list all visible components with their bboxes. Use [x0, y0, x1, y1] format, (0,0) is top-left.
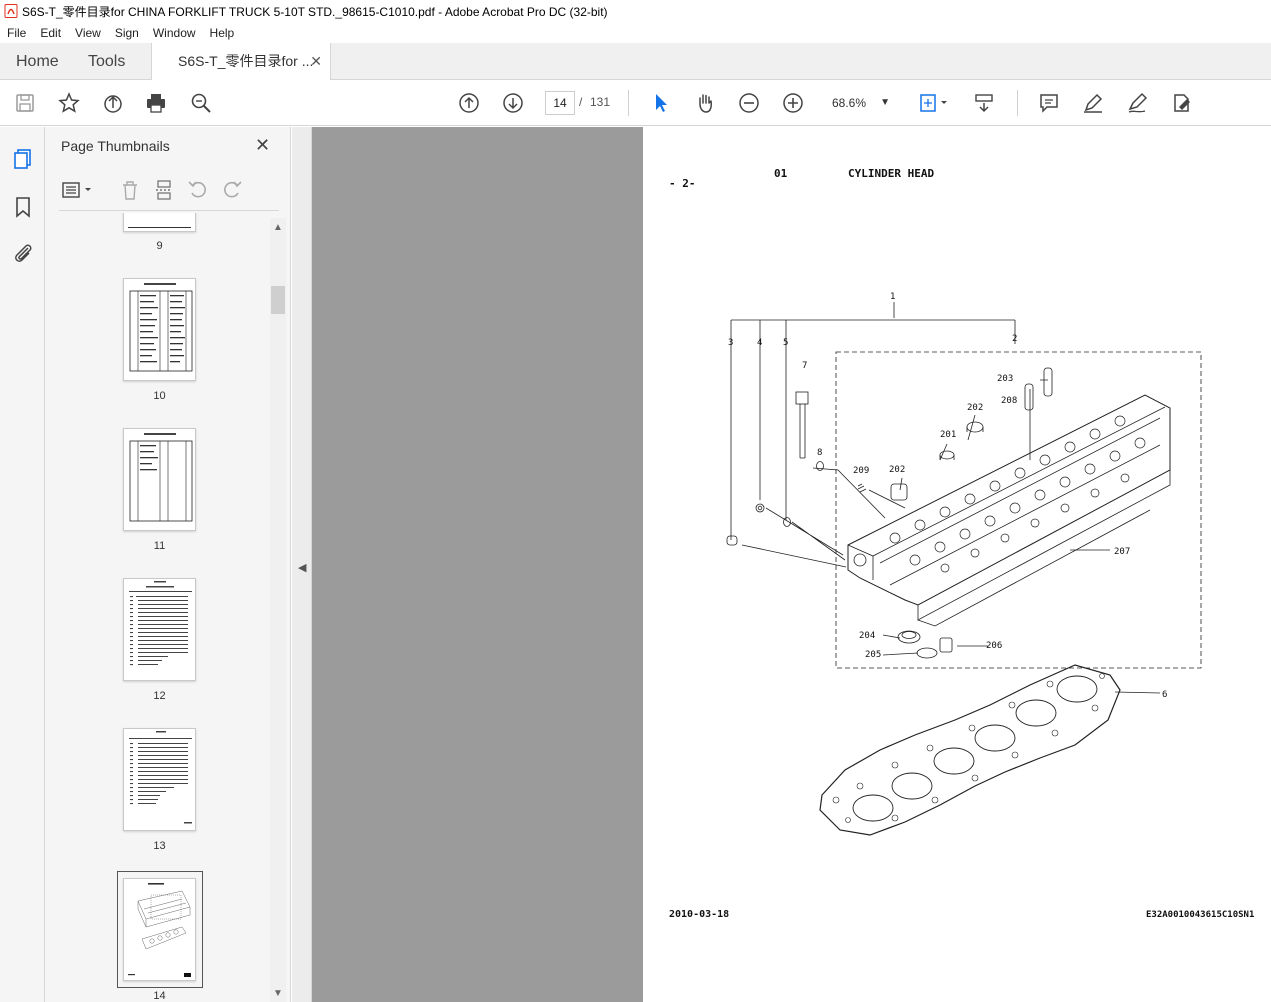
bookmarks-icon[interactable]	[11, 195, 35, 219]
thumbnail-page-selected[interactable]	[123, 878, 196, 981]
menu-bar: File Edit View Sign Window Help	[0, 22, 1271, 43]
menu-help[interactable]: Help	[203, 26, 242, 40]
main-toolbar	[0, 80, 1271, 126]
callout-label: 201	[940, 430, 956, 440]
window-title: S6S-T_零件目录for CHINA FORKLIFT TRUCK 5-10T…	[22, 4, 608, 19]
callout-label: 2	[1012, 334, 1017, 344]
title-bar: S6S-T_零件目录for CHINA FORKLIFT TRUCK 5-10T…	[0, 0, 1271, 22]
print-icon[interactable]	[144, 91, 168, 115]
chevron-down-icon: ▼	[880, 97, 890, 108]
callout-label: 202	[889, 465, 905, 475]
save-icon[interactable]	[13, 91, 37, 115]
callout-label: 204	[859, 631, 875, 641]
thumbnail-page[interactable]	[123, 728, 196, 831]
thumbnail-page[interactable]	[123, 278, 196, 381]
thumbnail-list: 9 10 11 12 13 14	[45, 213, 271, 1002]
callout-label: 209	[853, 466, 869, 476]
chevron-left-icon: ◀	[298, 562, 307, 574]
draw-pen-icon[interactable]	[1125, 91, 1149, 115]
rotate-counterclockwise-icon[interactable]	[187, 178, 209, 202]
page-separator: /	[579, 95, 583, 109]
callout-label: 207	[1114, 547, 1130, 557]
callout-label: 8	[817, 448, 822, 458]
callout-label: 6	[1162, 690, 1167, 700]
callout-label: 7	[802, 361, 807, 371]
callout-label: 4	[757, 338, 762, 348]
tab-document[interactable]: S6S-T_零件目录for ... ✕	[151, 43, 331, 80]
tab-home[interactable]: Home	[16, 43, 59, 80]
fill-sign-icon[interactable]	[1169, 91, 1193, 115]
callout-label: 3	[728, 338, 733, 348]
acrobat-pdf-icon	[4, 4, 18, 18]
thumbnail-page[interactable]	[123, 213, 196, 232]
zoom-search-icon[interactable]	[189, 91, 213, 115]
page-total: 131	[590, 95, 611, 109]
page-thumbnails-panel: Page Thumbnails ✕ 9 10 11 12 13 14	[45, 127, 291, 1002]
highlight-pen-icon[interactable]	[1081, 91, 1105, 115]
menu-file[interactable]: File	[0, 26, 33, 40]
next-page-icon[interactable]	[501, 91, 525, 115]
share-upload-icon[interactable]	[101, 91, 125, 115]
thumbnail-options-icon[interactable]	[61, 178, 95, 202]
page-footer-date: 2010-03-18	[669, 909, 730, 920]
hand-tool-icon[interactable]	[693, 91, 717, 115]
scrollbar-thumb[interactable]	[271, 286, 285, 314]
zoom-value: 68.6%	[832, 96, 867, 110]
scroll-mode-icon[interactable]	[972, 91, 996, 115]
thumbnail-label: 14	[153, 990, 166, 1002]
delete-pages-icon[interactable]	[119, 178, 141, 202]
page-thumbnails-icon[interactable]	[11, 147, 35, 171]
acrobat-window: S6S-T_零件目录for CHINA FORKLIFT TRUCK 5-10T…	[0, 0, 1271, 1002]
pdf-page: - 2- 01 CYLINDER HEAD 1 2 3 4 5 6 7 8 20…	[643, 127, 1271, 1002]
attachments-paperclip-icon[interactable]	[11, 241, 35, 265]
collapse-panel-button[interactable]: ◀	[292, 127, 312, 1002]
rotate-clockwise-icon[interactable]	[221, 178, 243, 202]
menu-sign[interactable]: Sign	[108, 26, 146, 40]
extract-pages-icon[interactable]	[153, 178, 175, 202]
panel-toolbar	[59, 178, 279, 204]
thumbnail-label: 12	[153, 690, 166, 702]
navigation-rail	[0, 127, 45, 1002]
menu-window[interactable]: Window	[146, 26, 203, 40]
zoom-in-icon[interactable]	[781, 91, 805, 115]
callout-label: 202	[967, 403, 983, 413]
menu-edit[interactable]: Edit	[33, 26, 68, 40]
panel-title: Page Thumbnails	[61, 138, 170, 154]
bookmark-star-icon[interactable]	[57, 91, 81, 115]
page-number-input[interactable]: 14	[545, 91, 575, 115]
thumbnail-label: 9	[156, 240, 163, 252]
callout-label: 1	[890, 292, 895, 302]
thumbnail-scrollbar[interactable]: ▲ ▼	[270, 218, 286, 1002]
tab-tools[interactable]: Tools	[88, 43, 125, 80]
document-gray-area	[312, 127, 643, 1002]
page-fit-icon[interactable]	[917, 91, 951, 115]
menu-view[interactable]: View	[68, 26, 108, 40]
thumbnail-page[interactable]	[123, 428, 196, 531]
callout-label: 206	[986, 641, 1002, 651]
page-footer-code: E32A0010043615C10SN1	[1146, 910, 1255, 920]
comment-icon[interactable]	[1037, 91, 1061, 115]
callout-label: 5	[783, 338, 788, 348]
zoom-out-icon[interactable]	[737, 91, 761, 115]
close-panel-icon[interactable]: ✕	[255, 135, 270, 156]
cylinder-head-exploded-diagram: 1 2 3 4 5 6 7 8 201 202 202 203 204 205 …	[726, 292, 1202, 836]
scroll-down-icon[interactable]: ▼	[273, 988, 283, 999]
select-pointer-icon[interactable]	[649, 91, 673, 115]
tab-document-label: S6S-T_零件目录for ...	[178, 53, 314, 69]
callout-label: 205	[865, 650, 881, 660]
scroll-up-icon[interactable]: ▲	[273, 222, 283, 233]
callout-label: 203	[997, 374, 1013, 384]
thumbnail-page[interactable]	[123, 578, 196, 681]
thumbnail-label: 11	[153, 540, 166, 552]
previous-page-icon[interactable]	[457, 91, 481, 115]
tab-row: Home Tools S6S-T_零件目录for ... ✕	[0, 43, 1271, 80]
thumbnail-label: 13	[153, 840, 166, 852]
close-tab-icon[interactable]: ✕	[310, 43, 322, 80]
thumbnail-label: 10	[153, 390, 166, 402]
callout-label: 208	[1001, 396, 1017, 406]
zoom-dropdown[interactable]: 68.6% ▼	[822, 91, 896, 115]
